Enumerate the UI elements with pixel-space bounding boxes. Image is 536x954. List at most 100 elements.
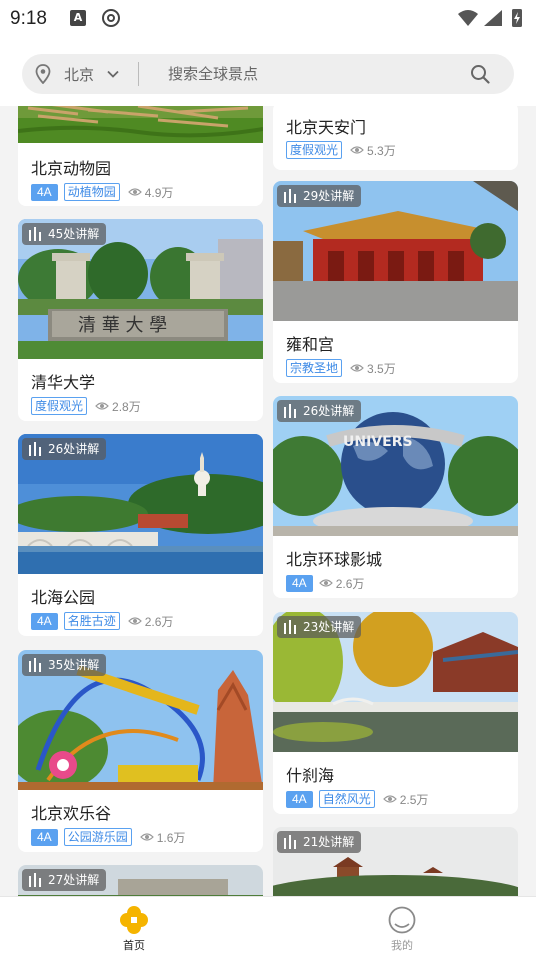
eye-icon [318,579,333,587]
status-time: 9:18 [10,8,47,29]
view-count-value: 2.6万 [335,576,365,591]
nav-home-label: 首页 [123,939,145,952]
attraction-photo: 23处讲解 [273,612,518,752]
attraction-card-partial-left[interactable]: 27处讲解 [18,865,263,896]
guide-count-badge: 23处讲解 [277,616,362,638]
category-tag: 宗教圣地 [286,359,343,377]
nav-home[interactable]: 首页 [104,903,164,953]
audio-bars-icon [29,873,41,887]
category-tag: 名胜古迹 [63,612,120,630]
audio-bars-icon [29,442,41,456]
notification-gear-icon [102,9,120,27]
attraction-photo: 29处讲解 [273,181,518,321]
app-screen: 9:18 A 北京 搜索全球景点 北京动物园 4A 动植物园 4.9万 清 華 … [0,0,536,954]
attraction-title: 北海公园 [31,588,96,607]
level-badge: 4A [286,574,313,592]
guide-count-badge: 35处讲解 [22,654,107,676]
eye-icon [95,402,109,410]
attraction-photo: 27处讲解 [18,865,263,896]
search-input[interactable] [168,62,448,86]
attraction-card-tiananmen[interactable]: 北京天安门 度假观光 5.3万 [273,106,518,170]
view-count: 4.9万 [127,184,173,201]
guide-count-badge: 45处讲解 [22,223,107,245]
attraction-card-shichahai[interactable]: 23处讲解 什刹海 4A 自然风光 2.5万 [273,612,518,814]
attraction-title: 清华大学 [31,373,96,392]
status-icons [458,9,522,27]
audio-bars-icon [284,835,296,849]
guide-count: 26处讲解 [303,404,355,418]
attraction-card-universal[interactable]: UNIVERS 26处讲解 北京环球影城 4A 2.6万 [273,396,518,598]
guide-count: 26处讲解 [48,442,100,456]
bottom-navigation: 首页 我的 [0,896,536,954]
view-count: 1.6万 [139,829,186,846]
attraction-card-beihai[interactable]: 26处讲解 北海公园 4A 名胜古迹 2.6万 [18,434,263,636]
attraction-card-zoo[interactable]: 北京动物园 4A 动植物园 4.9万 [18,106,263,206]
level-badge: 4A [286,790,313,808]
eye-icon [127,617,142,625]
guide-count-badge: 26处讲解 [277,400,362,422]
category-tag: 动植物园 [63,183,120,201]
view-count: 5.3万 [350,142,396,159]
guide-count: 29处讲解 [303,189,355,203]
level-badge: 4A [31,828,58,846]
eye-icon [382,795,397,803]
attraction-tags: 4A 自然风光 2.5万 [286,790,428,808]
view-count: 2.8万 [95,398,141,415]
eye-icon [127,188,142,196]
attraction-card-yonghegong[interactable]: 29处讲解 雍和宫 宗教圣地 3.5万 [273,181,518,383]
guide-count-badge: 21处讲解 [277,831,362,853]
attraction-card-tsinghua[interactable]: 清 華 大 學 45处讲解 清华大学 度假观光 2.8万 [18,219,263,421]
attraction-photo: UNIVERS 26处讲解 [273,396,518,536]
attraction-tags: 宗教圣地 3.5万 [286,359,396,377]
audio-bars-icon [284,189,296,203]
audio-bars-icon [29,227,41,241]
attraction-tags: 4A 动植物园 4.9万 [31,183,173,201]
attraction-tags: 4A 公园游乐园 1.6万 [31,828,185,846]
level-badge: 4A [31,183,58,201]
guide-count: 27处讲解 [48,873,100,887]
view-count-value: 1.6万 [156,830,186,845]
guide-count-badge: 26处讲解 [22,438,107,460]
view-count-value: 2.8万 [112,399,141,414]
attraction-photo: 21处讲解 [273,827,518,896]
view-count: 2.5万 [382,791,429,808]
attraction-feed: 北京动物园 4A 动植物园 4.9万 清 華 大 學 45处讲解 清华大学 度假… [0,106,536,896]
eye-icon [350,146,364,154]
view-count: 2.6万 [318,575,365,592]
category-tag: 度假观光 [286,141,343,159]
attraction-title: 什刹海 [286,766,335,785]
guide-count: 23处讲解 [303,620,355,634]
search-icon[interactable] [470,64,490,84]
category-tag: 公园游乐园 [63,828,132,846]
attraction-card-partial-right[interactable]: 21处讲解 [273,827,518,896]
attraction-tags: 4A 2.6万 [286,574,364,592]
svg-text:UNIVERS: UNIVERS [343,434,413,450]
attraction-photo: 35处讲解 [18,650,263,790]
eye-icon [350,364,364,372]
view-count-value: 2.5万 [399,792,429,807]
view-count-value: 3.5万 [367,361,396,376]
view-count: 3.5万 [350,360,396,377]
chevron-down-icon[interactable] [106,67,120,81]
status-bar: 9:18 A [0,0,536,38]
attraction-photo [18,106,263,143]
attraction-card-happy-valley[interactable]: 35处讲解 北京欢乐谷 4A 公园游乐园 1.6万 [18,650,263,852]
city-selector[interactable]: 北京 [64,64,94,85]
view-count-value: 5.3万 [367,143,396,158]
nav-mine-label: 我的 [391,939,413,952]
guide-count: 21处讲解 [303,835,355,849]
attraction-tags: 度假观光 2.8万 [31,397,141,415]
location-pin-icon[interactable] [35,64,51,84]
home-flower-icon [120,906,148,934]
category-tag: 度假观光 [31,397,88,415]
attraction-title: 北京动物园 [31,159,112,178]
notification-a-icon: A [70,10,86,26]
view-count: 2.6万 [127,613,173,630]
search-bar: 北京 [22,54,514,94]
guide-count: 35处讲解 [48,658,100,672]
svg-text:清 華 大 學: 清 華 大 學 [78,315,167,336]
wifi-icon [458,10,478,26]
signal-icon [484,10,502,26]
nav-mine[interactable]: 我的 [372,903,432,953]
audio-bars-icon [29,658,41,672]
